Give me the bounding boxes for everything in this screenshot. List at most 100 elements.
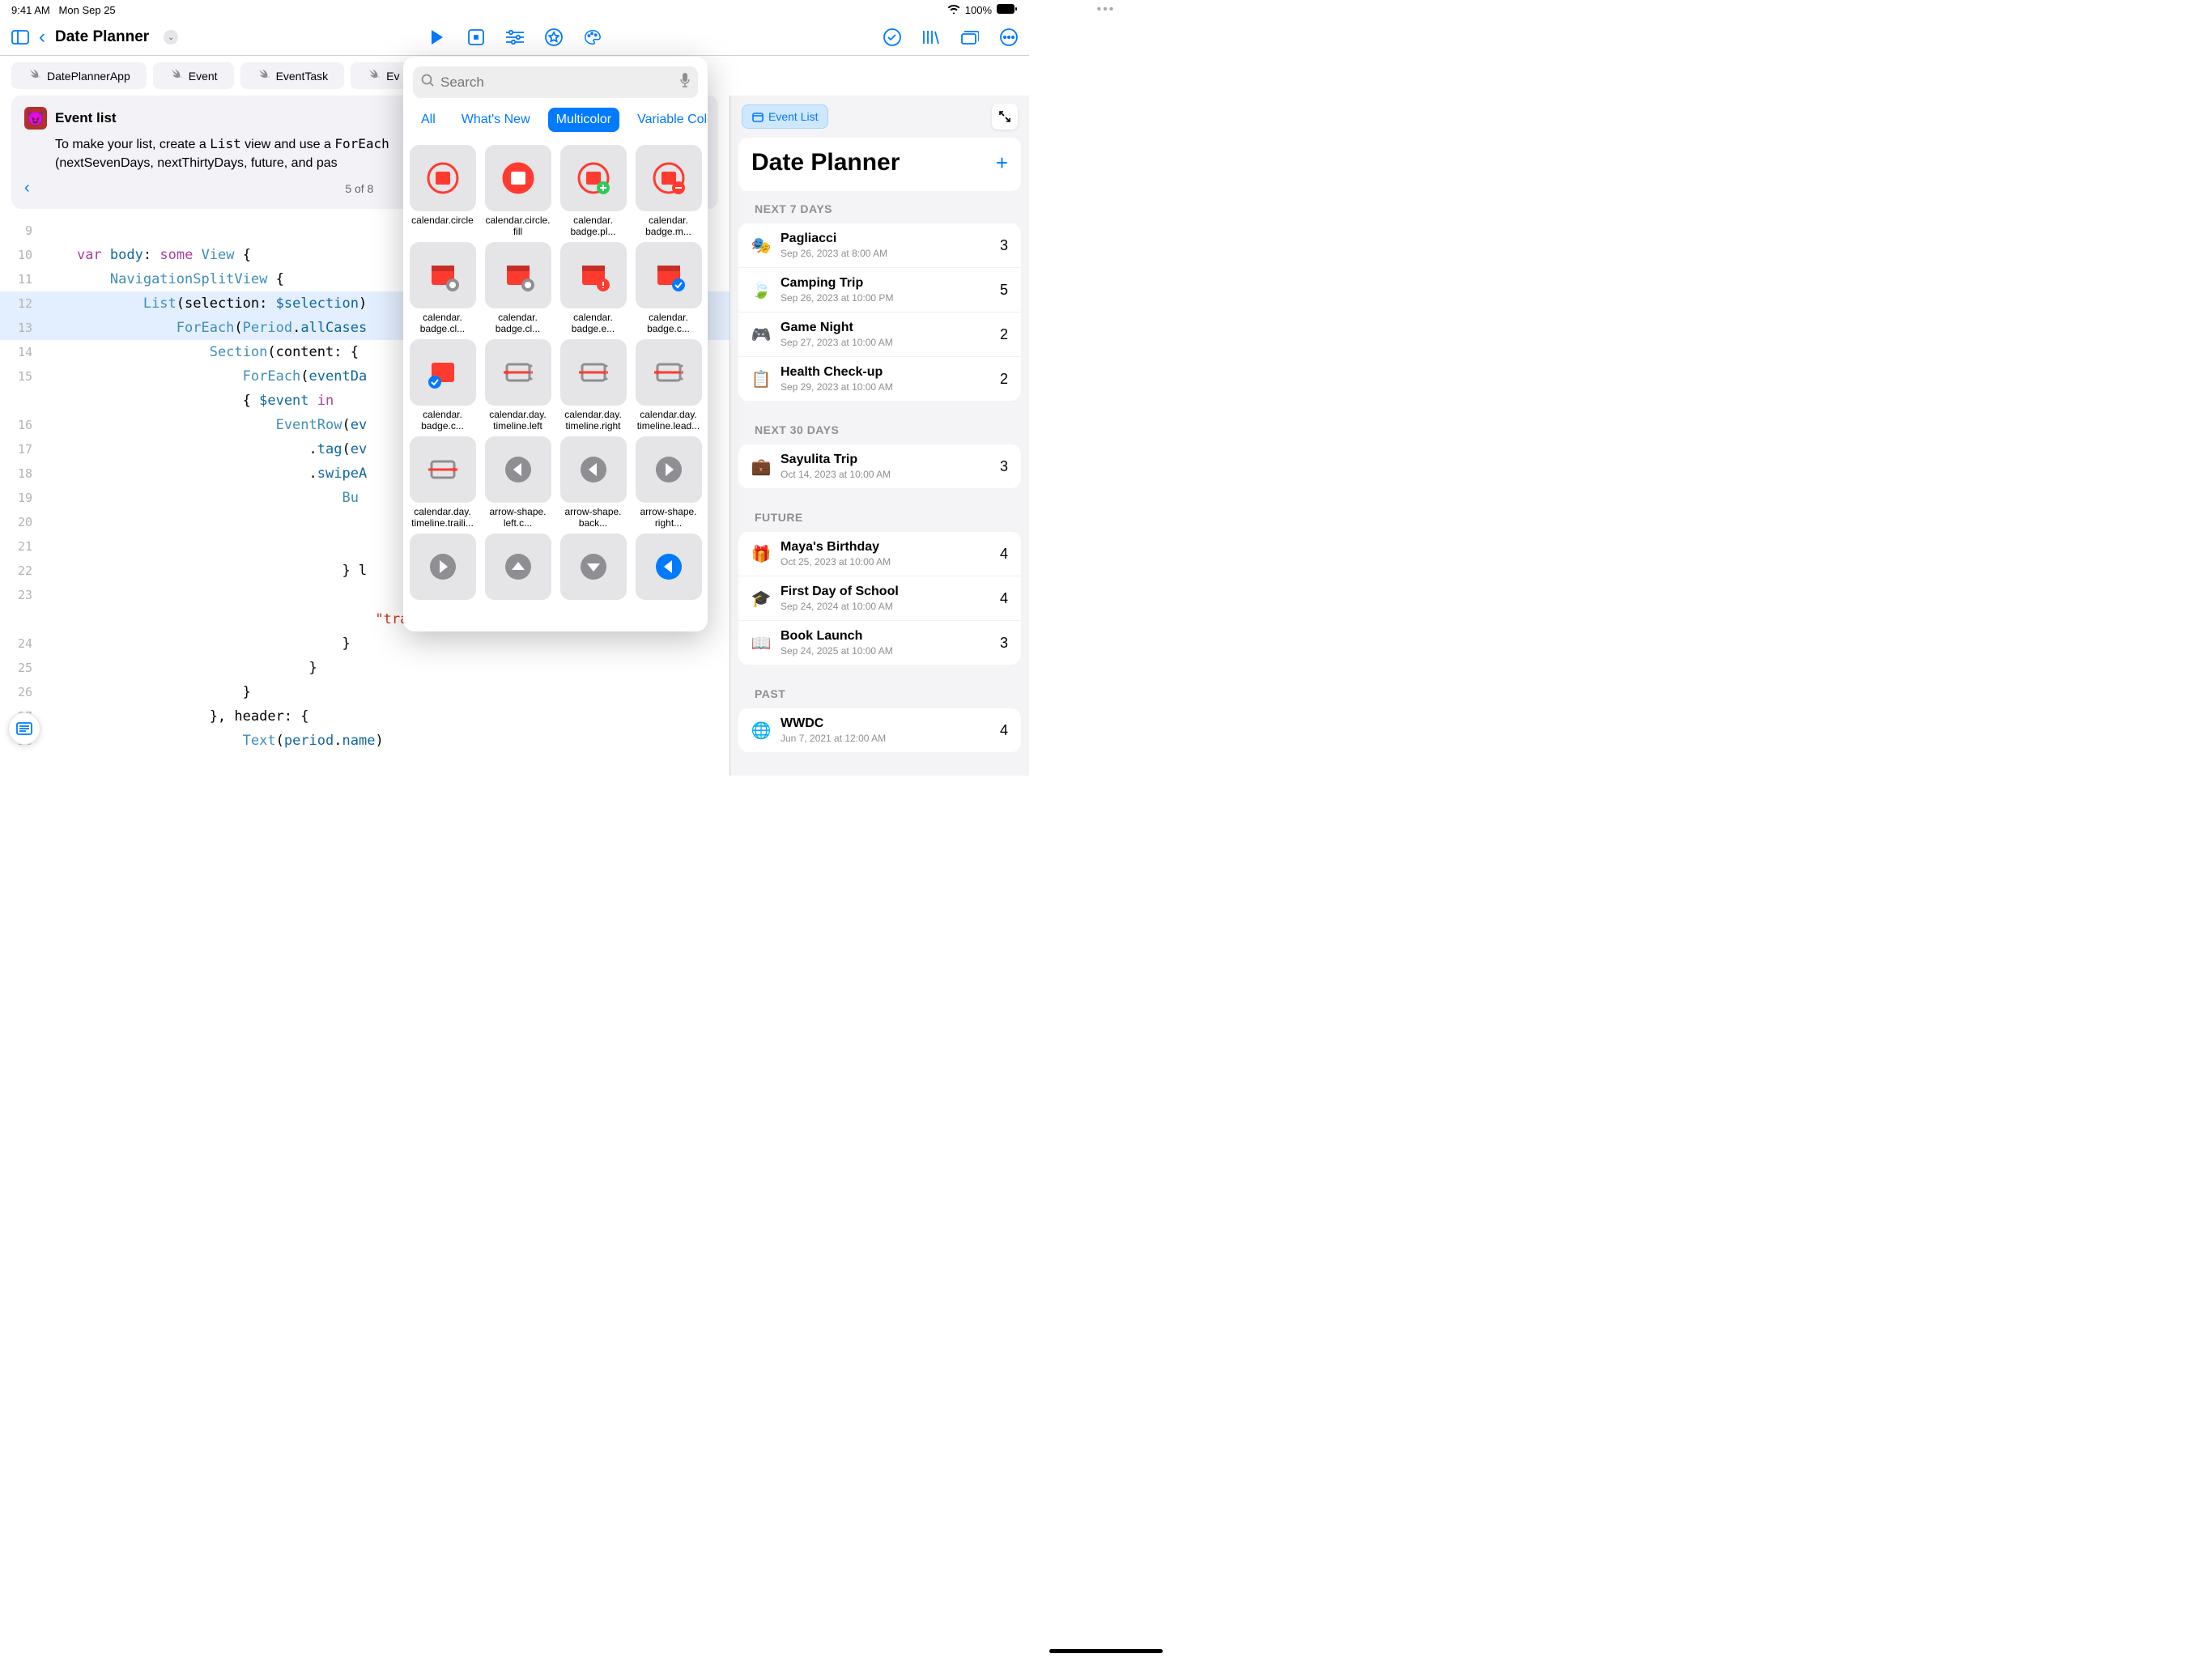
symbol-grid[interactable]: calendar.circlecalendar.circle.fillcalen… (403, 138, 708, 631)
search-input[interactable] (440, 74, 674, 91)
symbol-label (517, 600, 520, 627)
event-icon: 🎁 (751, 544, 771, 563)
event-row[interactable]: 🌐WWDCJun 7, 2021 at 12:00 AM4 (738, 708, 1021, 752)
code-line[interactable]: 25 } (0, 656, 730, 680)
code-line[interactable]: 27 }, header: { (0, 704, 730, 729)
preview-chip[interactable]: Event List (742, 104, 828, 129)
app-title[interactable]: Date Planner (55, 28, 149, 46)
section-header: Past (738, 676, 1021, 708)
picker-tab[interactable]: All (413, 108, 444, 132)
doc-title: Event list (55, 110, 117, 126)
symbol-cell[interactable]: arrow-shape.back... (557, 436, 629, 530)
mic-icon[interactable] (680, 73, 690, 91)
event-row[interactable]: 🎁Maya's BirthdayOct 25, 2023 at 10:00 AM… (738, 532, 1021, 576)
event-count: 3 (1000, 635, 1008, 652)
symbol-cell[interactable]: calendar.badge.pl... (557, 145, 629, 239)
search-field[interactable] (413, 66, 698, 98)
event-row[interactable]: 🎮Game NightSep 27, 2023 at 10:00 AM2 (738, 312, 1021, 356)
status-date: Mon Sep 25 (59, 4, 116, 16)
symbol-label: calendar.day.timeline.right (557, 406, 629, 433)
symbol-cell[interactable] (406, 534, 479, 627)
star-circle-icon[interactable] (545, 28, 563, 46)
checkmark-circle-icon[interactable] (883, 28, 901, 46)
picker-tab[interactable]: What's New (453, 108, 538, 132)
stop-icon[interactable] (467, 28, 485, 46)
symbol-cell[interactable] (557, 534, 629, 627)
palette-icon[interactable] (584, 28, 602, 46)
symbol-label (592, 600, 595, 627)
symbol-cell[interactable]: calendar.day.timeline.lead... (632, 339, 704, 433)
event-name: Camping Trip (781, 276, 990, 291)
symbol-cell[interactable] (632, 534, 704, 627)
event-name: Sayulita Trip (781, 453, 990, 467)
sliders-icon[interactable] (506, 28, 524, 46)
event-row[interactable]: 🍃Camping TripSep 26, 2023 at 10:00 PM5 (738, 267, 1021, 312)
symbol-cell[interactable]: arrow-shape.right... (632, 436, 704, 530)
event-count: 2 (1000, 371, 1008, 388)
symbol-label: calendar.badge.m... (632, 211, 704, 239)
picker-tab[interactable]: Variable Color (629, 108, 708, 132)
event-icon: 🎭 (751, 236, 771, 255)
event-row[interactable]: 💼Sayulita TripOct 14, 2023 at 10:00 AM3 (738, 444, 1021, 488)
symbol-cell[interactable]: calendar.circle.fill (482, 145, 554, 239)
symbol-cell[interactable]: calendar.badge.cl... (482, 242, 554, 336)
sidebar-toggle-icon[interactable] (11, 28, 29, 46)
event-count: 4 (1000, 546, 1008, 563)
doc-toggle-button[interactable] (8, 712, 40, 745)
library-icon[interactable] (922, 28, 940, 46)
windows-icon[interactable] (961, 28, 979, 46)
chevron-down-icon[interactable]: ⌄ (164, 30, 178, 45)
code-line[interactable]: 26 } (0, 680, 730, 704)
event-row[interactable]: 📋Health Check-upSep 29, 2023 at 10:00 AM… (738, 356, 1021, 401)
toolbar: ‹ Date Planner ⌄ (0, 19, 1029, 55)
event-date: Jun 7, 2021 at 12:00 AM (781, 733, 990, 744)
file-tab[interactable]: DatePlannerApp (11, 62, 147, 89)
add-button[interactable]: + (996, 151, 1008, 176)
symbol-cell[interactable]: calendar.badge.m... (632, 145, 704, 239)
event-row[interactable]: 🎭PagliacciSep 26, 2023 at 8:00 AM3 (738, 223, 1021, 267)
symbol-cell[interactable]: calendar.day.timeline.traili... (406, 436, 479, 530)
more-circle-icon[interactable] (1000, 28, 1018, 46)
doc-back-button[interactable]: ‹ (24, 179, 30, 198)
symbol-cell[interactable]: calendar.badge.cl... (406, 242, 479, 336)
symbol-cell[interactable]: calendar.day.timeline.left (482, 339, 554, 433)
symbol-cell[interactable]: arrow-shape.left.c... (482, 436, 554, 530)
back-button[interactable]: ‹ (39, 26, 45, 49)
swift-icon (28, 68, 40, 83)
event-row[interactable]: 📖Book LaunchSep 24, 2025 at 10:00 AM3 (738, 620, 1021, 665)
symbol-label: calendar.day.timeline.lead... (632, 406, 704, 433)
symbol-picker-popover: AllWhat's NewMulticolorVariable ColorCom… (403, 57, 708, 631)
event-icon: 🍃 (751, 280, 771, 300)
symbol-cell[interactable] (482, 534, 554, 627)
file-tab[interactable]: EventTask (240, 62, 345, 89)
symbol-label: calendar.badge.c... (632, 308, 704, 336)
home-indicator[interactable] (1049, 1649, 1163, 1653)
symbol-cell[interactable]: calendar.day.timeline.right (557, 339, 629, 433)
picker-tabs: AllWhat's NewMulticolorVariable ColorCom (403, 108, 708, 138)
symbol-label (667, 600, 670, 627)
multitask-dots-icon[interactable]: ••• (1097, 2, 1116, 17)
event-name: Maya's Birthday (781, 540, 990, 555)
symbol-label: arrow-shape.left.c... (482, 503, 554, 530)
file-tab[interactable]: Event (153, 62, 234, 89)
expand-button[interactable] (992, 104, 1018, 130)
status-bar: 9:41 AM Mon Sep 25 ••• 100% (0, 0, 1029, 19)
event-row[interactable]: 🎓First Day of SchoolSep 24, 2024 at 10:0… (738, 576, 1021, 620)
event-count: 5 (1000, 282, 1008, 299)
code-line[interactable]: 24 } (0, 631, 730, 656)
picker-tab[interactable]: Multicolor (548, 108, 619, 132)
event-count: 4 (1000, 590, 1008, 607)
symbol-label (441, 600, 445, 627)
event-name: WWDC (781, 716, 990, 731)
doc-avatar-icon: 😈 (24, 107, 47, 130)
code-line[interactable]: 28 Text(period.name) (0, 729, 730, 753)
event-icon: 🎓 (751, 589, 771, 608)
play-icon[interactable] (428, 28, 446, 46)
event-date: Sep 24, 2025 at 10:00 AM (781, 645, 990, 657)
symbol-cell[interactable]: calendar.circle (406, 145, 479, 239)
swift-icon (257, 68, 270, 83)
event-count: 3 (1000, 458, 1008, 475)
symbol-cell[interactable]: calendar.badge.e... (557, 242, 629, 336)
symbol-cell[interactable]: calendar.badge.c... (406, 339, 479, 433)
symbol-cell[interactable]: calendar.badge.c... (632, 242, 704, 336)
